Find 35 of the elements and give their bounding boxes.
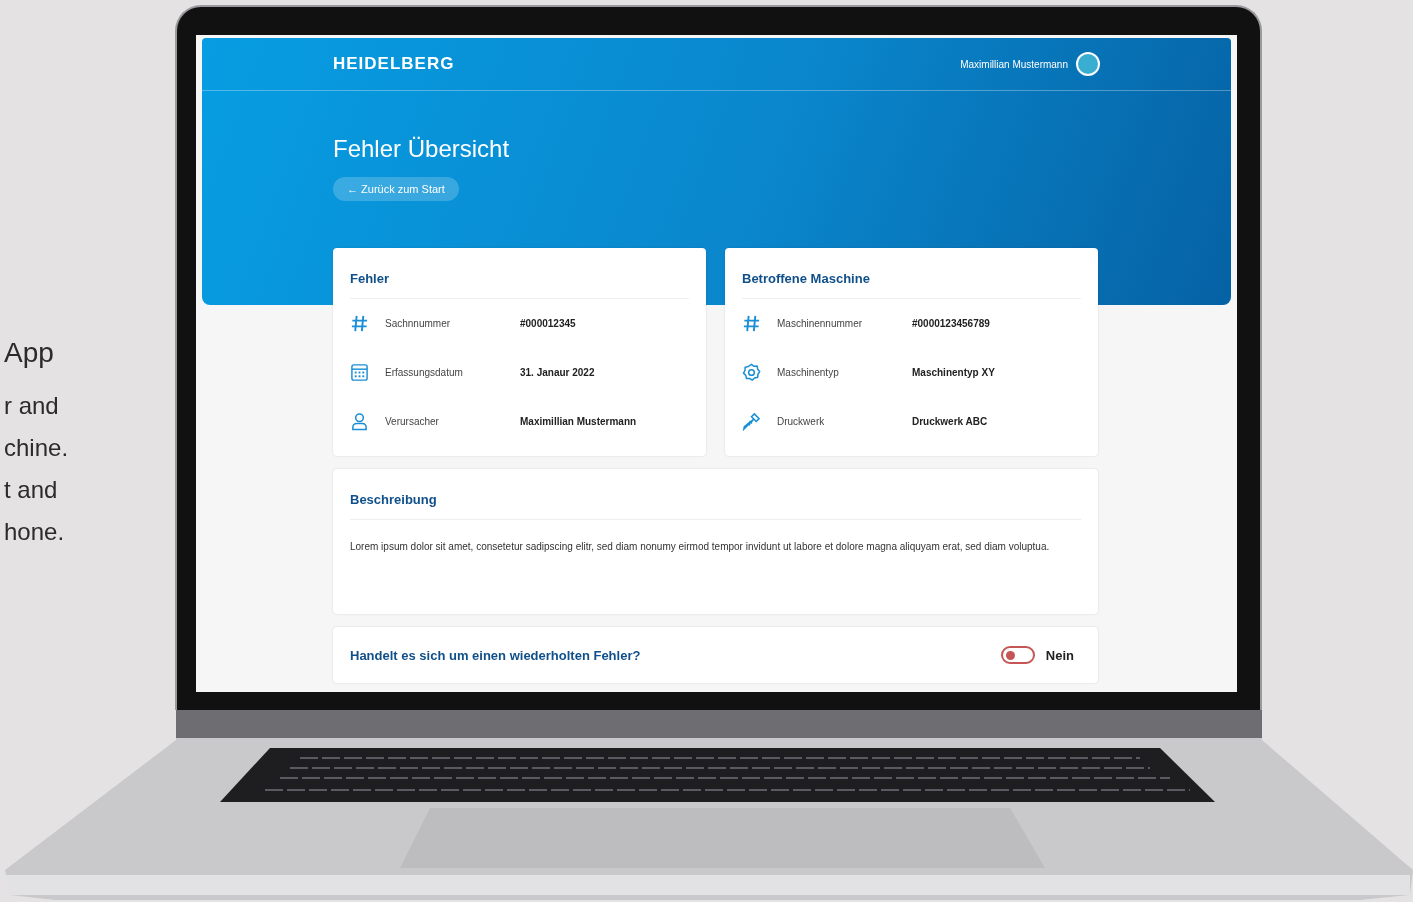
field-value: Maschinentyp XY	[912, 367, 995, 378]
slide-text-line: t and	[4, 475, 59, 505]
field-label: Erfassungsdatum	[385, 367, 464, 378]
field-value: Maximillian Mustermann	[520, 416, 637, 427]
field-label: Maschinentyp	[777, 367, 840, 378]
slide-text-line: r and	[4, 391, 60, 421]
card-title: Beschreibung	[350, 491, 438, 509]
field-value: #0000123456789	[912, 318, 990, 329]
back-button[interactable]: ← Zurück zum Start	[333, 177, 459, 201]
description-text: Lorem ipsum dolor sit amet, consetetur sadipscing elitr, sed diam nonumy eirmod tempor invidunt ut labore et dolore magna aliquyam erat, sed diam voluptua.	[350, 540, 1051, 554]
field-value: #000012345	[520, 318, 576, 329]
company-logo: HEIDELBERG	[333, 54, 455, 74]
question-text: Handelt es sich um einen wiederholten Fehler?	[350, 647, 641, 663]
avatar-icon[interactable]	[1076, 52, 1100, 76]
field-label: Verursacher	[385, 416, 440, 427]
slide-text-line: hone.	[4, 517, 66, 547]
toggle-label: Nein	[1045, 647, 1074, 663]
hash-icon	[350, 314, 369, 333]
screw-icon	[742, 412, 761, 431]
field-label: Sachnnummer	[385, 318, 452, 329]
page-title: Fehler Übersicht	[333, 135, 511, 163]
field-label: Maschinennummer	[777, 318, 864, 329]
slide-text-line: chine.	[4, 433, 70, 463]
calendar-icon	[350, 363, 369, 382]
hash-icon	[742, 314, 761, 333]
field-label: Druckwerk	[777, 416, 826, 427]
card-title: Betroffene Maschine	[742, 270, 871, 288]
field-value: 31. Janaur 2022	[520, 367, 595, 378]
toggle-switch[interactable]	[1000, 646, 1035, 664]
card-title: Fehler	[350, 270, 390, 288]
user-name[interactable]: Maximillian Mustermann	[960, 58, 1068, 70]
gear-icon	[742, 363, 761, 382]
user-icon	[350, 412, 369, 431]
field-value: Druckwerk ABC	[912, 416, 988, 427]
slide-heading: App	[4, 337, 55, 369]
